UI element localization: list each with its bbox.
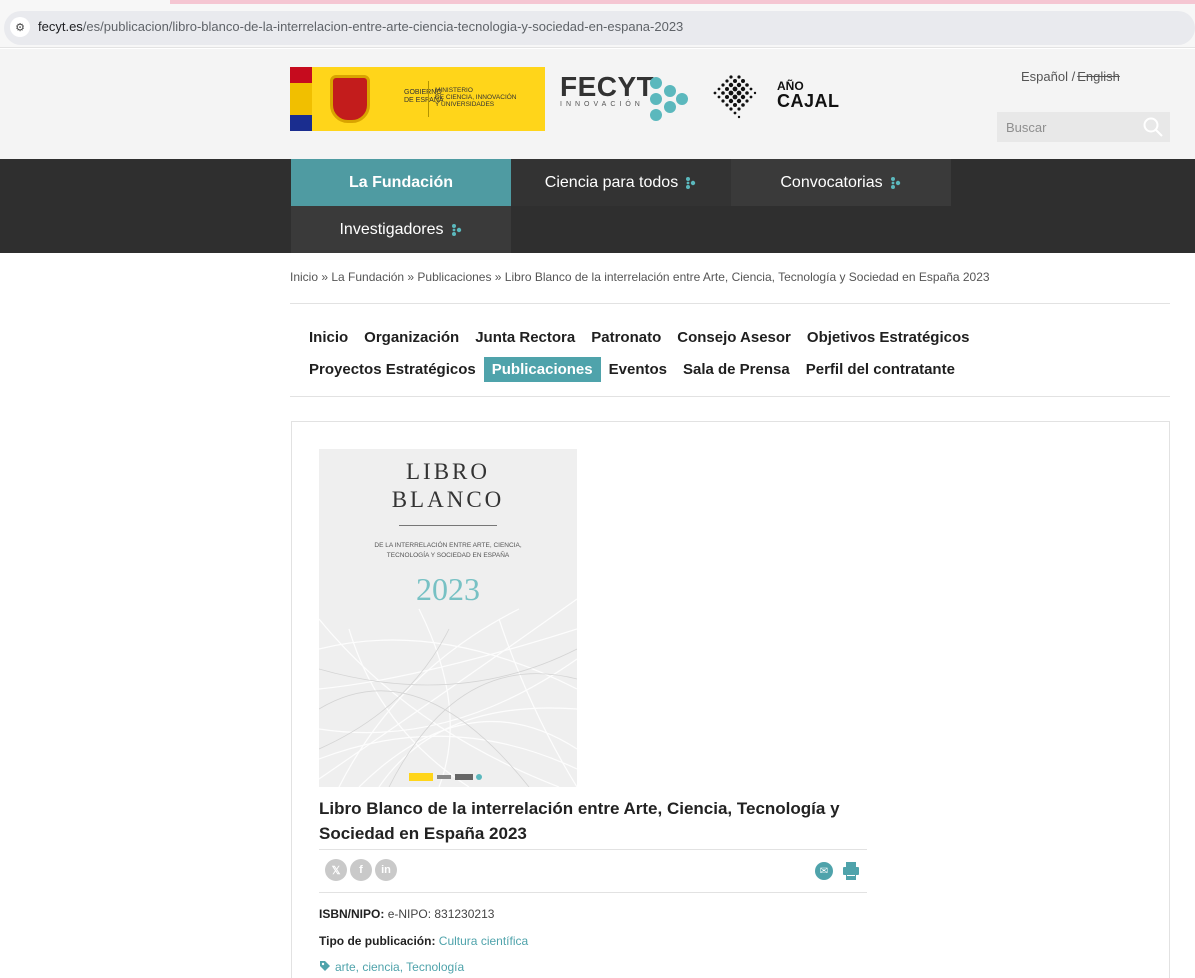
nav-label: Investigadores [339,220,444,238]
search-box [997,112,1170,142]
nav-label: Convocatorias [780,173,883,191]
subnav-junta-rectora[interactable]: Junta Rectora [467,325,583,350]
cover-year: 2023 [416,571,480,607]
fecyt-molecule-icon [650,77,688,121]
isbn-row: ISBN/NIPO: e-NIPO: 831230213 [319,907,494,921]
email-icon[interactable]: ✉ [815,862,833,880]
breadcrumb[interactable]: Inicio » La Fundación » Publicaciones » … [290,270,990,284]
facebook-icon[interactable]: f [350,859,372,881]
linkedin-icon[interactable]: in [375,859,397,881]
fecyt-logo[interactable]: FECYT INNOVACIÓN [560,71,688,121]
isbn-label: ISBN/NIPO: [319,907,385,921]
isbn-value: e-NIPO: 831230213 [387,907,495,921]
chevron-right-icon [451,223,461,236]
tags-row: arte, ciencia, Tecnología [319,960,464,974]
tipo-label: Tipo de publicación: [319,934,436,948]
tipo-value-link[interactable]: Cultura científica [439,934,528,948]
search-input[interactable] [997,112,1137,142]
subnav-inicio[interactable]: Inicio [301,325,356,350]
subnav-perfil-del-contratante[interactable]: Perfil del contratante [798,357,963,382]
x-icon[interactable]: 𝕏 [325,859,347,881]
gobierno-logo[interactable]: GOBIERNO DE ESPAÑA MINISTERIO DE CIENCIA… [290,67,545,131]
subnav-consejo-asesor[interactable]: Consejo Asesor [669,325,799,350]
main-navigation: La Fundación Ciencia para todos Convocat… [0,159,1195,253]
publication-cover-image[interactable]: LIBRO BLANCO DE LA INTERRELACIÓN ENTRE A… [319,449,577,787]
tipo-row: Tipo de publicación: Cultura científica [319,934,528,948]
section-subnav: Inicio Organización Junta Rectora Patron… [301,322,1161,384]
subnav-publicaciones[interactable]: Publicaciones [483,356,601,382]
chevron-right-icon [686,176,696,189]
publication-title: Libro Blanco de la interrelación entre A… [319,799,840,843]
cover-title-line2: BLANCO [391,487,505,512]
subnav-patronato[interactable]: Patronato [583,325,669,350]
nav-ciencia-para-todos[interactable]: Ciencia para todos [511,159,731,206]
language-switcher: Español / English [1021,69,1120,84]
site-header: GOBIERNO DE ESPAÑA MINISTERIO DE CIENCIA… [0,49,1195,159]
nav-label: La Fundación [349,173,453,191]
url-text[interactable]: fecyt.es/es/publicacion/libro-blanco-de-… [38,19,683,34]
cover-subtitle: DE LA INTERRELACIÓN ENTRE ARTE, CIENCIA,… [374,542,522,559]
nav-label: Ciencia para todos [544,173,679,191]
subnav-proyectos-estrategicos[interactable]: Proyectos Estratégicos [301,357,484,382]
cover-footer-logos [409,773,482,781]
nav-la-fundacion[interactable]: La Fundación [291,159,511,206]
lang-es-link[interactable]: Español / [1021,69,1075,84]
search-icon[interactable] [1142,116,1164,138]
share-bar: 𝕏 f in ✉ [319,849,867,893]
nav-investigadores[interactable]: Investigadores [291,206,511,253]
divider [290,303,1170,304]
cajal-dots-icon [713,75,757,119]
cover-title-line1: LIBRO [406,459,490,484]
nav-convocatorias[interactable]: Convocatorias [731,159,951,206]
cover-rule [399,525,497,526]
logo-divider [428,81,429,117]
lang-en-link[interactable]: English [1077,69,1120,84]
browser-address-bar: ⚙ fecyt.es/es/publicacion/libro-blanco-d… [0,0,1195,48]
subnav-row: Proyectos Estratégicos Publicaciones Eve… [301,354,1161,384]
fecyt-wordmark: FECYT [560,71,655,102]
tags-links[interactable]: arte, ciencia, Tecnología [335,960,464,974]
subnav-eventos[interactable]: Eventos [601,357,675,382]
subnav-organizacion[interactable]: Organización [356,325,467,350]
chevron-right-icon [890,176,900,189]
subnav-objetivos-estrategicos[interactable]: Objetivos Estratégicos [799,325,978,350]
spain-flag-icon [290,67,312,131]
subnav-sala-de-prensa[interactable]: Sala de Prensa [675,357,798,382]
coat-of-arms-icon [330,75,370,123]
site-info-icon[interactable]: ⚙ [10,17,30,37]
fecyt-tagline: INNOVACIÓN [560,101,644,108]
print-icon[interactable] [842,861,860,881]
tab-strip-highlight [170,0,1195,4]
divider [290,396,1170,397]
subnav-row: Inicio Organización Junta Rectora Patron… [301,322,1161,352]
cajal-text: CAJAL [777,91,840,111]
ministerio-text: MINISTERIO DE CIENCIA, INNOVACIÓN Y UNIV… [435,87,517,108]
tag-icon [320,961,330,971]
